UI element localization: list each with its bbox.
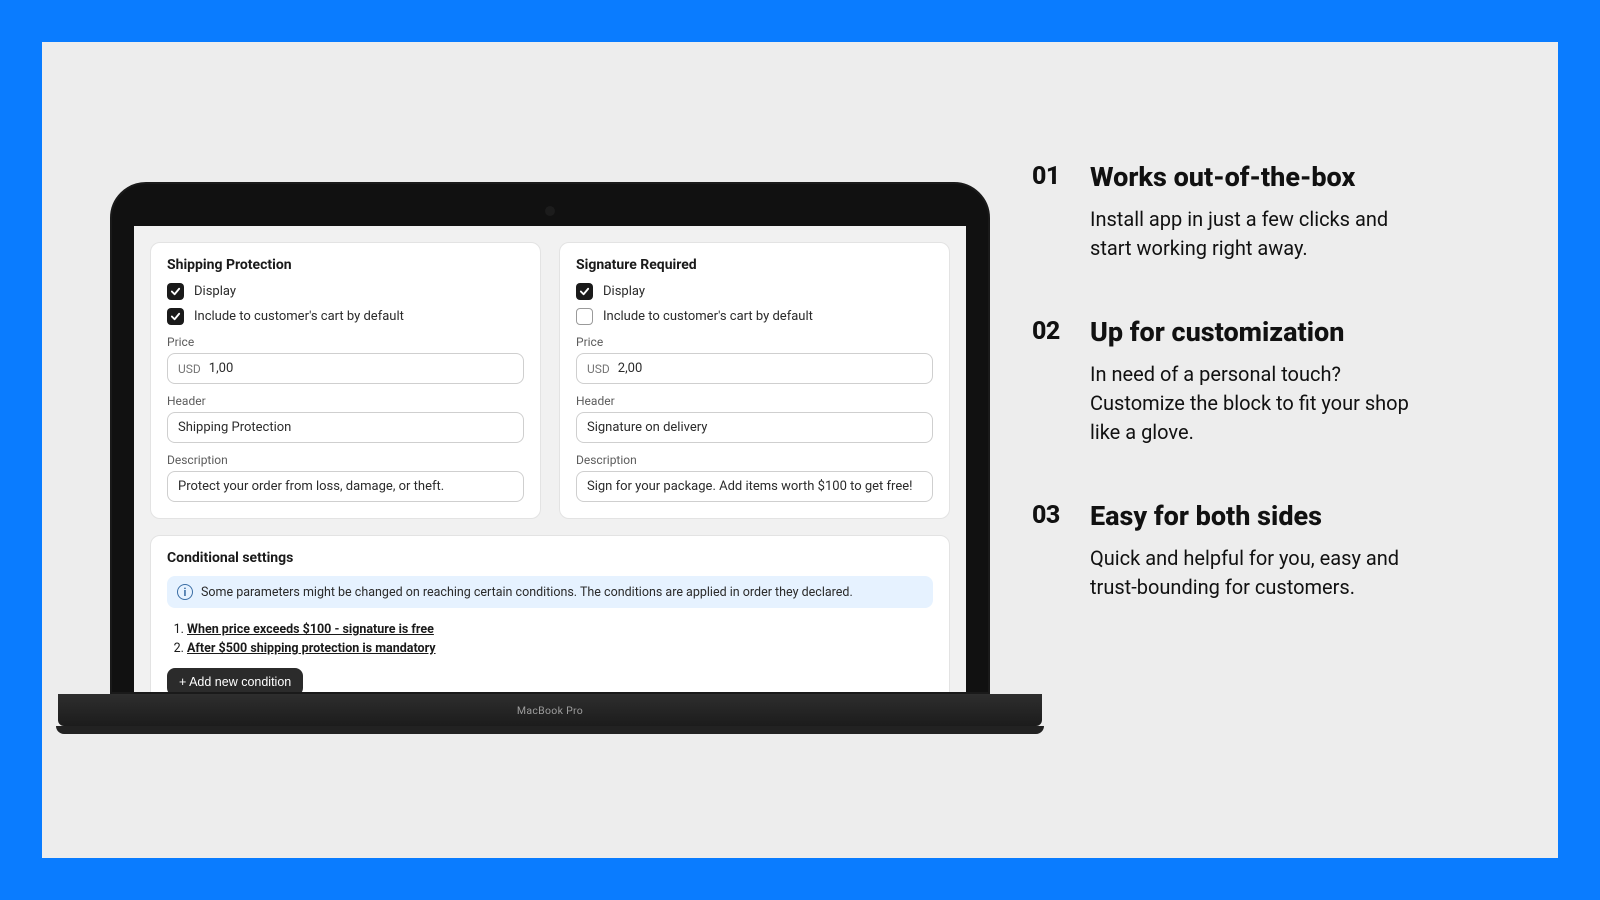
- checkbox-checked-icon: [167, 308, 184, 325]
- condition-link-2[interactable]: After $500 shipping protection is mandat…: [187, 641, 436, 656]
- feature-2-title: Up for customization: [1090, 317, 1432, 348]
- info-icon: i: [177, 584, 193, 600]
- signature-include-label: Include to customer's cart by default: [603, 309, 813, 324]
- signature-include-checkbox-row[interactable]: Include to customer's cart by default: [576, 308, 933, 325]
- feature-3-title: Easy for both sides: [1090, 501, 1432, 532]
- shipping-description-label: Description: [167, 453, 524, 467]
- checkbox-unchecked-icon: [576, 308, 593, 325]
- shipping-display-label: Display: [194, 284, 236, 299]
- laptop-model-label: MacBook Pro: [517, 704, 583, 717]
- feature-3: 03 Easy for both sides Quick and helpful…: [1032, 501, 1432, 602]
- signature-price-input[interactable]: USD 2,00: [576, 353, 933, 384]
- feature-1-number: 01: [1032, 162, 1072, 191]
- shipping-price-value: 1,00: [209, 361, 233, 376]
- laptop-base: MacBook Pro: [58, 694, 1042, 726]
- shipping-card-title: Shipping Protection: [167, 257, 524, 273]
- feature-2-number: 02: [1032, 317, 1072, 346]
- checkbox-checked-icon: [167, 283, 184, 300]
- signature-display-label: Display: [603, 284, 645, 299]
- feature-3-body: Quick and helpful for you, easy and trus…: [1090, 544, 1432, 602]
- signature-header-input[interactable]: Signature on delivery: [576, 412, 933, 443]
- settings-cards-row: Shipping Protection Display Include t: [150, 242, 950, 519]
- feature-1-body: Install app in just a few clicks and sta…: [1090, 205, 1432, 263]
- signature-description-input[interactable]: Sign for your package. Add items worth $…: [576, 471, 933, 502]
- signature-card-title: Signature Required: [576, 257, 933, 273]
- laptop-foot: [56, 726, 1044, 734]
- laptop-bezel: Shipping Protection Display Include t: [110, 182, 990, 694]
- conditional-settings-card: Conditional settings i Some parameters m…: [150, 535, 950, 692]
- shipping-description-input[interactable]: Protect your order from loss, damage, or…: [167, 471, 524, 502]
- conditional-title: Conditional settings: [167, 550, 933, 566]
- condition-link-1[interactable]: When price exceeds $100 - signature is f…: [187, 622, 434, 637]
- shipping-include-label: Include to customer's cart by default: [194, 309, 404, 324]
- currency-prefix: USD: [178, 362, 201, 376]
- shipping-header-input[interactable]: Shipping Protection: [167, 412, 524, 443]
- signature-required-card: Signature Required Display Include to cu…: [559, 242, 950, 519]
- feature-1-title: Works out-of-the-box: [1090, 162, 1432, 193]
- shipping-protection-card: Shipping Protection Display Include t: [150, 242, 541, 519]
- condition-item-1: When price exceeds $100 - signature is f…: [187, 622, 933, 637]
- info-text: Some parameters might be changed on reac…: [201, 585, 853, 600]
- shipping-price-input[interactable]: USD 1,00: [167, 353, 524, 384]
- feature-2: 02 Up for customization In need of a per…: [1032, 317, 1432, 447]
- feature-3-number: 03: [1032, 501, 1072, 530]
- checkbox-checked-icon: [576, 283, 593, 300]
- page-frame: Shipping Protection Display Include t: [42, 42, 1558, 858]
- feature-1: 01 Works out-of-the-box Install app in j…: [1032, 162, 1432, 263]
- add-condition-button[interactable]: + Add new condition: [167, 668, 303, 692]
- signature-description-label: Description: [576, 453, 933, 467]
- shipping-description-value: Protect your order from loss, damage, or…: [178, 479, 444, 494]
- signature-header-value: Signature on delivery: [587, 420, 707, 435]
- signature-price-value: 2,00: [618, 361, 642, 376]
- shipping-header-value: Shipping Protection: [178, 420, 291, 435]
- shipping-header-label: Header: [167, 394, 524, 408]
- features-column: 01 Works out-of-the-box Install app in j…: [1032, 162, 1432, 602]
- condition-item-2: After $500 shipping protection is mandat…: [187, 641, 933, 656]
- info-banner: i Some parameters might be changed on re…: [167, 576, 933, 608]
- laptop-mockup: Shipping Protection Display Include t: [110, 182, 990, 734]
- shipping-include-checkbox-row[interactable]: Include to customer's cart by default: [167, 308, 524, 325]
- shipping-price-label: Price: [167, 335, 524, 349]
- feature-2-body: In need of a personal touch? Customize t…: [1090, 360, 1432, 447]
- signature-header-label: Header: [576, 394, 933, 408]
- signature-price-label: Price: [576, 335, 933, 349]
- signature-display-checkbox-row[interactable]: Display: [576, 283, 933, 300]
- signature-description-value: Sign for your package. Add items worth $…: [587, 479, 912, 494]
- shipping-display-checkbox-row[interactable]: Display: [167, 283, 524, 300]
- currency-prefix: USD: [587, 362, 610, 376]
- camera-notch: [545, 206, 555, 216]
- conditions-list: When price exceeds $100 - signature is f…: [187, 622, 933, 656]
- app-screen: Shipping Protection Display Include t: [134, 226, 966, 692]
